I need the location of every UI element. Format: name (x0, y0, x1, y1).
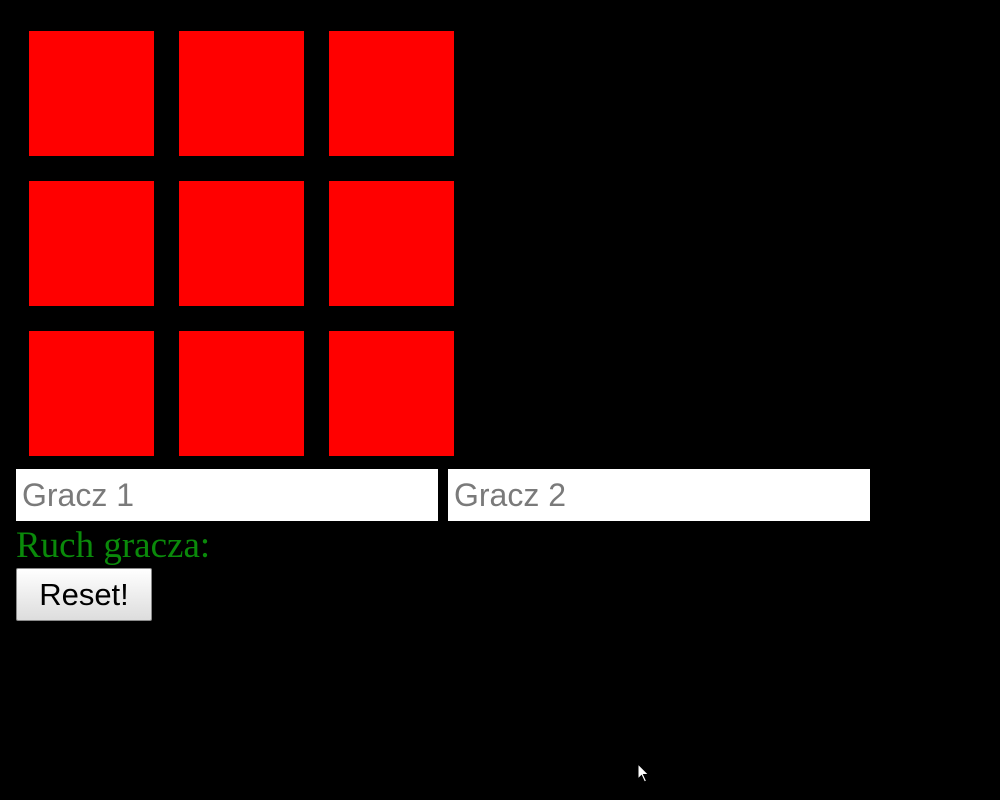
player2-name-input[interactable] (448, 469, 870, 521)
game-board (29, 31, 454, 456)
reset-button[interactable]: Reset! (16, 568, 152, 621)
board-cell-8[interactable] (179, 331, 304, 456)
board-cell-3[interactable] (329, 31, 454, 156)
board-cell-2[interactable] (179, 31, 304, 156)
board-cell-7[interactable] (29, 331, 154, 456)
mouse-pointer-icon (637, 763, 650, 783)
board-cell-9[interactable] (329, 331, 454, 456)
turn-status-label: Ruch gracza: (16, 525, 211, 566)
board-cell-4[interactable] (29, 181, 154, 306)
board-cell-5[interactable] (179, 181, 304, 306)
player1-name-input[interactable] (16, 469, 438, 521)
board-cell-6[interactable] (329, 181, 454, 306)
board-cell-1[interactable] (29, 31, 154, 156)
